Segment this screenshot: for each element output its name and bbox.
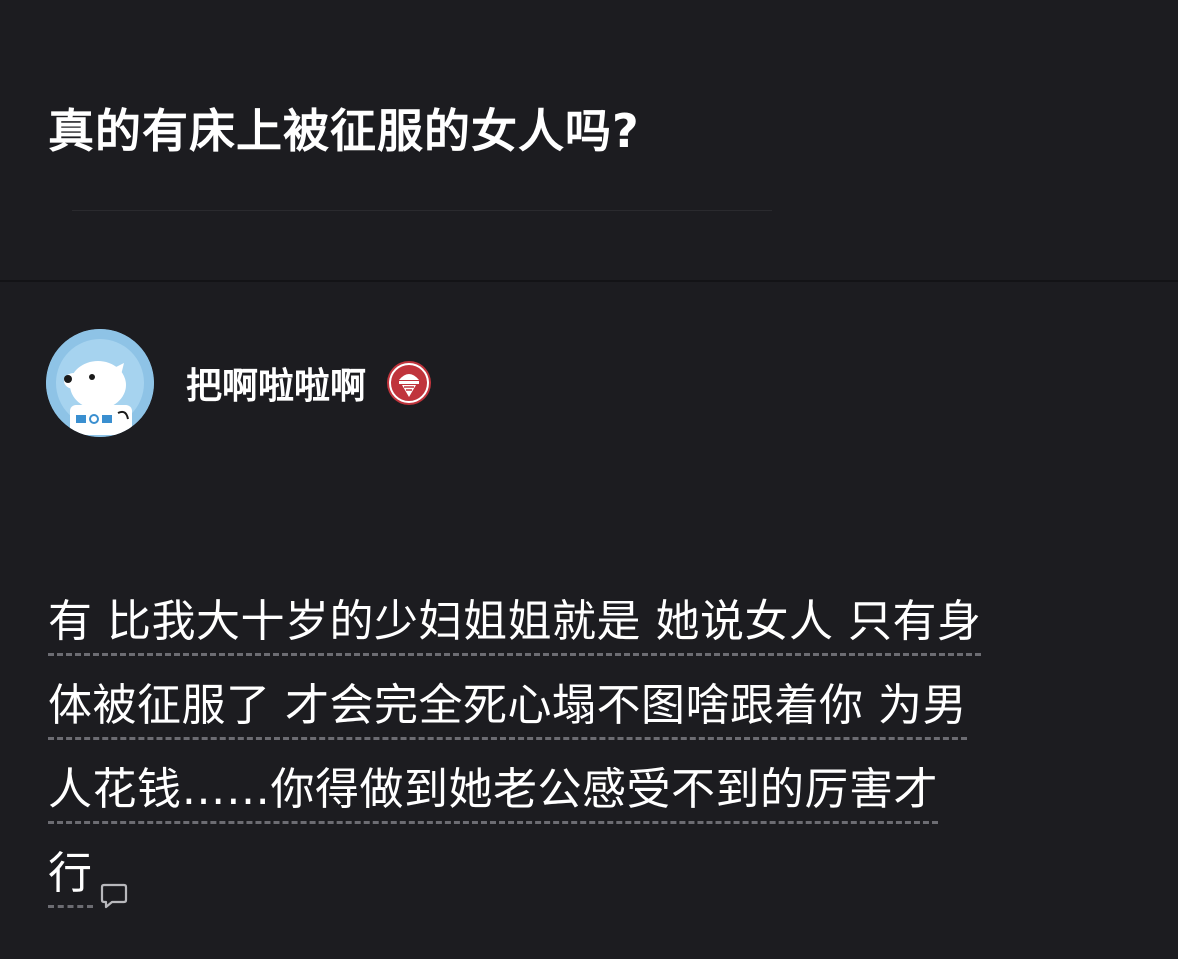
answer-page: 真的有床上被征服的女人吗? 把啊啦啦啊 有 比我大十岁的少妇姐姐就是 她说女人 … xyxy=(0,0,1178,959)
question-title[interactable]: 真的有床上被征服的女人吗? xyxy=(48,98,640,164)
answer-line-text: 人花钱……你得做到她老公感受不到的厉害才 xyxy=(48,764,938,824)
answer-line: 人花钱……你得做到她老公感受不到的厉害才 xyxy=(48,748,1118,832)
dog-astronaut-avatar-icon xyxy=(46,329,154,437)
answer-author[interactable]: 把啊啦啦啊 xyxy=(46,328,432,438)
answer-line-text: 有 比我大十岁的少妇姐姐就是 她说女人 只有身 xyxy=(48,596,982,656)
section-divider xyxy=(0,280,1178,282)
avatar[interactable] xyxy=(46,329,154,437)
title-divider xyxy=(72,210,772,211)
ice-cream-badge-icon xyxy=(386,360,432,406)
comment-bubble-icon[interactable] xyxy=(99,855,129,909)
answer-line-text: 体被征服了 才会完全死心塌不图啥跟着你 为男 xyxy=(48,680,967,740)
author-name[interactable]: 把啊啦啦啊 xyxy=(186,357,366,409)
answer-content[interactable]: 有 比我大十岁的少妇姐姐就是 她说女人 只有身 体被征服了 才会完全死心塌不图啥… xyxy=(48,580,1118,916)
answer-line: 有 比我大十岁的少妇姐姐就是 她说女人 只有身 xyxy=(48,580,1118,664)
answer-line: 行 xyxy=(48,832,1118,916)
answer-line-text: 行 xyxy=(48,848,93,908)
answer-line: 体被征服了 才会完全死心塌不图啥跟着你 为男 xyxy=(48,664,1118,748)
